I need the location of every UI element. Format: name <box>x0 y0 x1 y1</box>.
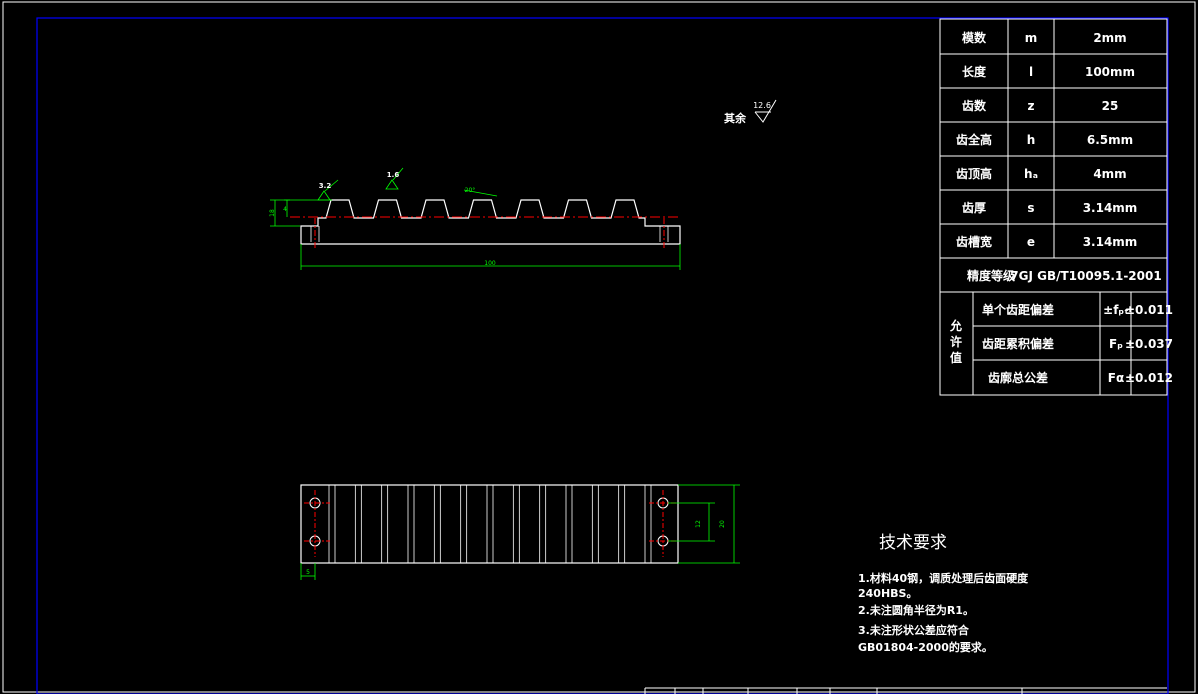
row-value-2: 25 <box>1102 99 1119 113</box>
row-name-5: 齿厚 <box>962 200 986 215</box>
tech-req-line: 3.未注形状公差应符合 <box>858 623 970 637</box>
row-symbol-5: s <box>1027 201 1034 215</box>
tech-req-line: 1.材料40钢，调质处理后齿面硬度 <box>858 571 1029 585</box>
row-name-2: 齿数 <box>962 98 987 113</box>
row-value-4: 4mm <box>1093 167 1126 181</box>
roughness-flank-value: 3.2 <box>319 182 332 190</box>
hole-centerlines <box>304 490 676 557</box>
row-value-6: 3.14mm <box>1083 235 1138 249</box>
row-name-6: 齿槽宽 <box>956 234 992 249</box>
row-value-1: 100mm <box>1085 65 1135 79</box>
row-name-3: 齿全高 <box>956 132 992 147</box>
row-symbol-4: hₐ <box>1024 167 1038 181</box>
accuracy-value: 7GJ GB/T10095.1-2001 <box>1010 269 1161 283</box>
roughness-rest-symbol: 其余 12.6 <box>724 99 777 125</box>
row-value-3: 6.5mm <box>1087 133 1133 147</box>
tolerance-symbol-1: Fₚ <box>1109 337 1123 351</box>
tolerance-symbol-2: Fα <box>1108 371 1124 385</box>
tech-req-title: 技术要求 <box>879 533 947 553</box>
rack-profile-outline <box>300 199 681 245</box>
title-block-edge <box>644 687 1167 694</box>
dim-edge: 5 <box>306 569 310 576</box>
tolerance-group-label: 允许值 <box>949 318 962 365</box>
tolerance-name-0: 单个齿距偏差 <box>982 302 1054 317</box>
dim-length: 100 <box>484 260 496 267</box>
rack-top-view: 20 12 5 <box>300 484 740 580</box>
dim-hole-spacing: 12 <box>695 520 702 528</box>
tolerance-name-2: 齿廓总公差 <box>988 370 1048 385</box>
dim-angle: 20° <box>465 187 476 194</box>
tech-req-line: GB01804-2000的要求。 <box>858 640 993 654</box>
roughness-rest-label: 其余 <box>724 111 747 125</box>
tolerance-value-1: ±0.037 <box>1125 337 1173 351</box>
row-value-5: 3.14mm <box>1083 201 1138 215</box>
technical-requirements: 技术要求 1.材料40钢，调质处理后齿面硬度 240HBS。 2.未注圆角半径为… <box>858 533 1029 654</box>
row-name-1: 长度 <box>962 64 987 79</box>
dim-height: 18 <box>269 209 276 217</box>
row-value-0: 2mm <box>1093 31 1126 45</box>
top-view-dimensions <box>300 484 740 580</box>
row-symbol-1: l <box>1029 65 1033 79</box>
dim-addendum: 4 <box>283 206 287 213</box>
row-symbol-6: e <box>1027 235 1035 249</box>
rack-front-view: 100 18 4 20° 3.2 1.6 <box>269 167 681 270</box>
dim-width: 20 <box>719 520 726 528</box>
tech-req-line: 240HBS。 <box>858 587 917 600</box>
row-name-0: 模数 <box>962 30 987 45</box>
cad-drawing-canvas: 模数 m 2mm 长度 l 100mm 齿数 z 25 齿全高 h 6.5mm … <box>2 1 1196 694</box>
tolerance-value-2: ±0.012 <box>1125 371 1173 385</box>
row-symbol-0: m <box>1025 31 1038 45</box>
top-view-outline <box>300 484 679 564</box>
row-symbol-2: z <box>1028 99 1035 113</box>
accuracy-label: 精度等级 <box>967 268 1015 283</box>
row-symbol-3: h <box>1027 133 1036 147</box>
inner-border <box>36 17 1169 694</box>
tech-req-line: 2.未注圆角半径为R1。 <box>858 603 974 617</box>
parameter-table-text: 模数 m 2mm 长度 l 100mm 齿数 z 25 齿全高 h 6.5mm … <box>949 30 1173 385</box>
tolerance-name-1: 齿距累积偏差 <box>982 336 1054 351</box>
roughness-top-value: 1.6 <box>387 171 400 179</box>
tooth-slots <box>328 485 652 563</box>
row-name-4: 齿顶高 <box>956 166 992 181</box>
front-view-dimensions <box>270 167 681 270</box>
roughness-rest-value: 12.6 <box>753 101 771 110</box>
tolerance-value-0: ±0.011 <box>1125 303 1173 317</box>
